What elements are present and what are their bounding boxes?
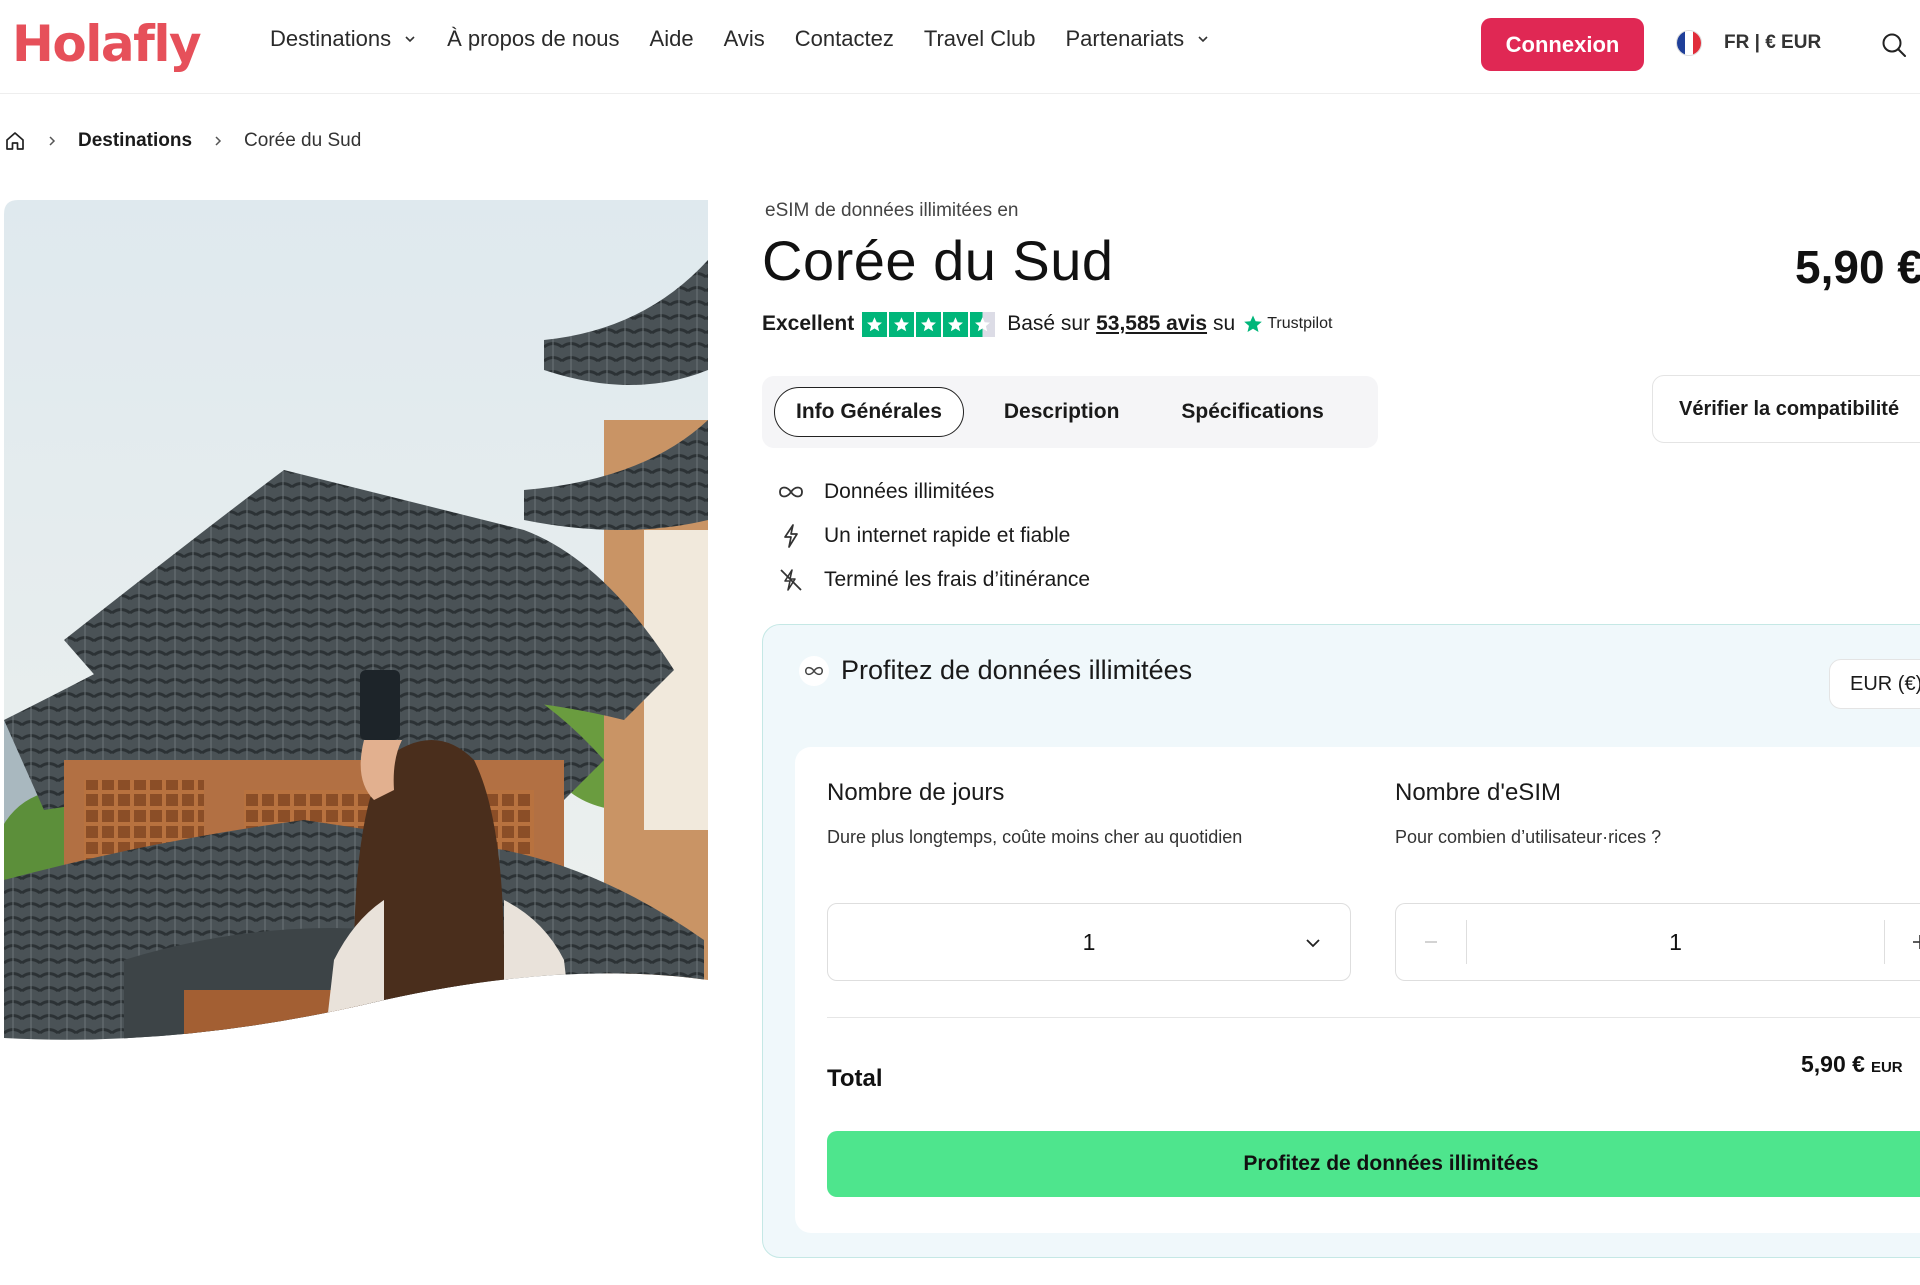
tab-info-generales[interactable]: Info Générales — [774, 387, 964, 437]
nav-label: Travel Club — [923, 26, 1036, 51]
no-roaming-icon — [776, 565, 806, 595]
rating-stars — [862, 311, 997, 337]
esim-quantity-stepper: 1 — [1395, 903, 1920, 981]
feature-list: Données illimitées Un internet rapide et… — [776, 470, 1090, 602]
nav-label: Partenariats — [1065, 26, 1185, 51]
nav-reviews[interactable]: Avis — [724, 26, 765, 52]
plus-icon — [1913, 935, 1920, 949]
tab-description[interactable]: Description — [982, 387, 1142, 437]
logo-text: Holafly — [12, 15, 202, 73]
total-amount: 5,90 € — [1801, 1051, 1865, 1077]
france-flag-icon — [1676, 30, 1702, 56]
currency-select[interactable]: EUR (€) — [1829, 659, 1920, 709]
feature-item: Données illimitées — [776, 470, 1090, 514]
feature-item: Un internet rapide et fiable — [776, 514, 1090, 558]
feature-text: Un internet rapide et fiable — [824, 524, 1071, 547]
chevron-down-icon — [1306, 939, 1320, 948]
login-button[interactable]: Connexion — [1481, 18, 1644, 71]
nav-label: Contactez — [794, 26, 894, 51]
product-price: 5,90 € — [1795, 241, 1920, 293]
hero-image — [4, 200, 708, 1040]
page-title: Corée du Sud — [762, 229, 1114, 292]
home-icon[interactable] — [4, 130, 26, 152]
divider — [827, 1017, 1920, 1018]
buy-button[interactable]: Profitez de données illimitées — [827, 1131, 1920, 1197]
nav-help[interactable]: Aide — [650, 26, 694, 52]
nav-label: À propos de nous — [447, 26, 620, 51]
trustpilot-star-icon — [1244, 315, 1263, 332]
total-label: Total — [827, 1065, 883, 1092]
panel-heading-text: Profitez de données illimitées — [841, 655, 1193, 685]
chevron-right-icon — [215, 136, 222, 146]
tab-specifications[interactable]: Spécifications — [1159, 387, 1345, 437]
chevron-down-icon — [405, 36, 415, 43]
feature-item: Terminé les frais d’itinérance — [776, 558, 1090, 602]
days-title: Nombre de jours — [827, 779, 1005, 806]
increment-button[interactable] — [1885, 904, 1920, 980]
rating-on: su — [1213, 312, 1236, 335]
reviews-link[interactable]: 53,585 avis — [1096, 312, 1207, 336]
purchase-panel: Profitez de données illimitées EUR (€) N… — [762, 624, 1920, 1258]
trustpilot-label: Trustpilot — [1267, 315, 1333, 332]
nav-travel-club[interactable]: Travel Club — [924, 26, 1036, 52]
infinity-icon — [799, 655, 829, 686]
feature-text: Données illimitées — [824, 480, 995, 503]
infinity-icon — [776, 477, 806, 507]
days-select[interactable]: 1 — [827, 903, 1351, 981]
star-icon — [943, 311, 969, 337]
check-compatibility-button[interactable]: Vérifier la compatibilité — [1652, 375, 1920, 443]
star-icon — [916, 311, 942, 337]
nav-partnerships[interactable]: Partenariats — [1066, 26, 1211, 52]
breadcrumb-current: Corée du Sud — [244, 130, 362, 151]
feature-text: Terminé les frais d’itinérance — [824, 568, 1091, 591]
breadcrumb: Destinations Corée du Sud — [4, 126, 361, 156]
plan-config: Nombre de jours Dure plus longtemps, coû… — [795, 747, 1920, 1233]
nav-destinations[interactable]: Destinations — [270, 26, 417, 52]
nav-contact[interactable]: Contactez — [795, 26, 894, 52]
nav-about[interactable]: À propos de nous — [447, 26, 619, 52]
chevron-right-icon — [49, 136, 56, 146]
star-icon — [862, 311, 888, 337]
minus-icon — [1425, 941, 1437, 943]
nav-label: Avis — [723, 26, 765, 51]
nav-label: Aide — [649, 26, 694, 51]
language-label: FR | € EUR — [1724, 32, 1822, 53]
search-icon[interactable] — [1879, 30, 1909, 60]
esims-title: Nombre d'eSIM — [1395, 779, 1561, 806]
holafly-logo[interactable]: Holafly — [12, 14, 202, 74]
rating-based-on: Basé sur — [1007, 312, 1091, 335]
total-currency: EUR — [1870, 1059, 1903, 1076]
days-subtitle: Dure plus longtemps, coûte moins cher au… — [827, 827, 1243, 847]
language-selector[interactable]: FR | € EUR — [1676, 18, 1821, 68]
main-nav: Destinations À propos de nous Aide Avis … — [270, 26, 1240, 52]
chevron-down-icon — [1198, 36, 1208, 43]
days-value: 1 — [1082, 928, 1096, 955]
site-header: Holafly Destinations À propos de nous Ai… — [0, 0, 1920, 94]
panel-heading: Profitez de données illimitées — [799, 655, 1192, 686]
esims-subtitle: Pour combien d’utilisateur·rices ? — [1395, 827, 1662, 847]
nav-label: Destinations — [270, 26, 392, 51]
lightning-icon — [776, 521, 806, 551]
decrement-button[interactable] — [1396, 904, 1466, 980]
trustpilot-rating: Excellent Basé sur 53,585 avis su Trustp… — [762, 309, 1332, 339]
rating-label: Excellent — [762, 312, 855, 335]
product-subtitle: eSIM de données illimitées en — [765, 200, 1019, 221]
half-star-icon — [970, 311, 996, 337]
esim-quantity-value[interactable]: 1 — [1467, 929, 1884, 956]
breadcrumb-destinations[interactable]: Destinations — [78, 130, 192, 152]
total-value: 5,90 € EUR — [1801, 1051, 1903, 1078]
trustpilot-logo[interactable]: Trustpilot — [1243, 314, 1332, 334]
star-icon — [889, 311, 915, 337]
product-tabs: Info Générales Description Spécification… — [762, 376, 1378, 448]
